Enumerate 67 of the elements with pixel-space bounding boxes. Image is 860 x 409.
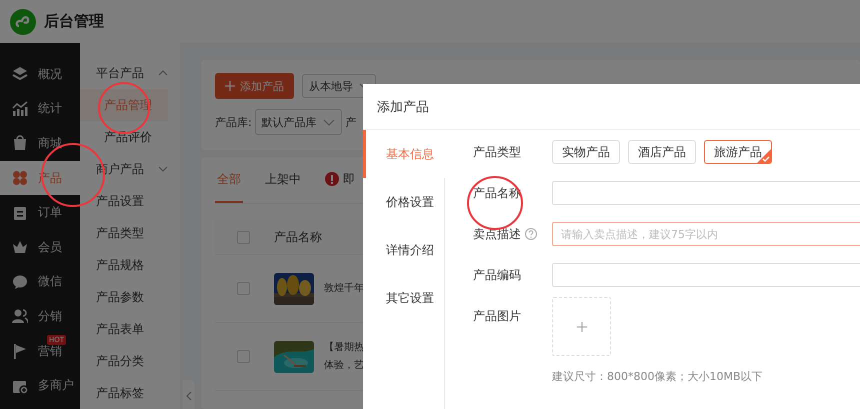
status-tab[interactable]: 即 <box>323 157 357 203</box>
sidebar-item[interactable]: 统计 <box>0 92 80 126</box>
people-icon <box>12 308 28 324</box>
chevron-down-icon <box>322 118 335 126</box>
import-dropdown[interactable]: 从本地导 <box>302 74 376 98</box>
sidebar-item[interactable]: 会员 <box>0 230 80 265</box>
field-label: 产品图片 <box>473 308 521 324</box>
flag-icon <box>12 343 28 360</box>
plus-icon <box>225 81 235 91</box>
grid-icon <box>12 170 28 186</box>
chevron-left-icon <box>186 391 192 401</box>
sidebar-item[interactable]: 多商户 <box>0 368 80 403</box>
product-name: 敦煌千年 <box>324 282 364 296</box>
dialog-tab[interactable]: 价格设置 <box>363 178 445 226</box>
library-select[interactable]: 默认产品库 <box>254 109 342 135</box>
field-label: 产品类型 <box>473 144 521 160</box>
field-label: 卖点描述 <box>473 226 521 242</box>
submenu-item[interactable]: 产品分类 <box>80 345 180 377</box>
submenu-item[interactable]: 产品标签 <box>80 377 180 409</box>
dialog-title: 添加产品 <box>363 84 860 130</box>
sidebar-item[interactable]: 微信 <box>0 264 80 300</box>
layers-icon <box>12 66 28 82</box>
submenu-item[interactable]: 产品类型 <box>80 217 180 249</box>
status-tab[interactable]: 上架中 <box>263 157 303 203</box>
clipboard-icon <box>12 204 28 221</box>
upload-hint: 建议尺寸：800*800像素；大小10MB以下 <box>552 369 763 384</box>
column-header: 产品名称 <box>274 228 322 246</box>
product-name: 体验，艺 <box>324 358 364 372</box>
submenu-item[interactable]: 产品表单 <box>80 313 180 345</box>
type-option[interactable]: 旅游产品 <box>704 140 772 164</box>
submenu-item[interactable]: 产品参数 <box>80 281 180 313</box>
dialog-tab[interactable]: 基本信息 <box>363 130 445 178</box>
sidebar-item[interactable]: 概况 <box>0 57 80 92</box>
bag-icon <box>12 135 28 152</box>
filter-label: 产 <box>346 114 357 130</box>
collapse-handle[interactable] <box>183 380 195 409</box>
type-option[interactable]: 酒店产品 <box>628 140 696 164</box>
sidebar-item[interactable]: 订单 <box>0 195 80 230</box>
plus-icon <box>576 322 586 332</box>
upload-box[interactable] <box>552 297 611 356</box>
text-field[interactable] <box>552 263 860 287</box>
status-tab[interactable]: 全部 <box>215 157 243 203</box>
dialog-tab[interactable]: 详情介绍 <box>363 226 445 274</box>
filter-label: 产品库: <box>215 114 252 130</box>
field-label: 产品编码 <box>473 266 521 284</box>
logo-icon <box>10 8 36 34</box>
add-product-button[interactable]: 添加产品 <box>215 73 294 99</box>
chevron-down-icon <box>158 165 168 173</box>
checkbox[interactable] <box>237 350 250 363</box>
submenu-item[interactable]: 产品设置 <box>80 185 180 217</box>
crown-icon <box>12 239 28 256</box>
checkbox[interactable] <box>237 282 250 295</box>
app-title: 后台管理 <box>44 12 104 31</box>
product-name: 【暑期热 <box>324 340 364 354</box>
text-field[interactable] <box>552 181 860 205</box>
chevron-up-icon <box>158 69 168 77</box>
checkbox[interactable] <box>237 230 250 244</box>
type-option[interactable]: 实物产品 <box>552 140 620 164</box>
menu-group[interactable]: 平台产品 <box>80 57 180 89</box>
chart-icon <box>12 100 28 117</box>
annotation-circle <box>467 176 523 230</box>
chat-bubble-icon <box>12 274 28 290</box>
submenu-item[interactable]: 产品规格 <box>80 249 180 281</box>
sidebar-item[interactable]: 分销 <box>0 299 80 334</box>
dialog-tab[interactable]: 其它设置 <box>363 274 445 322</box>
text-field[interactable]: 请输入卖点描述，建议75字以内 <box>552 222 860 246</box>
warning-icon <box>325 172 339 186</box>
